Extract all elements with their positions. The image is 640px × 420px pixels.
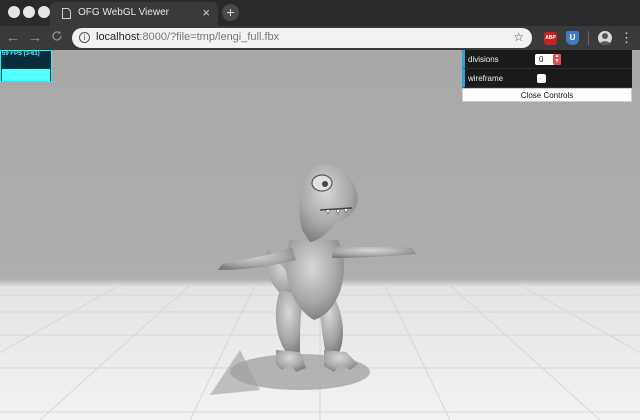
- control-row-wireframe: wireframe: [462, 69, 632, 88]
- control-row-divisions: divisions 0 ▲ ▼: [462, 50, 632, 69]
- profile-avatar[interactable]: [598, 31, 612, 45]
- browser-window: OFG WebGL Viewer × + ← → i localhost:800…: [0, 0, 640, 420]
- url-text: localhost:8000/?file=tmp/lengi_full.fbx: [96, 31, 280, 43]
- page-icon: [62, 8, 71, 19]
- webgl-canvas[interactable]: 59 FPS (3-61) divisions 0 ▲ ▼ wireframe C…: [0, 50, 640, 420]
- fps-stats-panel[interactable]: 59 FPS (3-61): [0, 50, 52, 82]
- dinosaur-model: [210, 164, 416, 395]
- info-icon[interactable]: i: [79, 32, 90, 43]
- back-button[interactable]: ←: [4, 29, 22, 47]
- adblock-extension-icon[interactable]: ABP: [544, 32, 557, 45]
- wireframe-label: wireframe: [468, 74, 504, 83]
- controls-panel: divisions 0 ▲ ▼ wireframe Close Controls: [462, 50, 632, 102]
- bookmark-star-icon[interactable]: ☆: [513, 30, 524, 44]
- browser-toolbar: ← → i localhost:8000/?file=tmp/lengi_ful…: [0, 26, 640, 50]
- shield-extension-icon[interactable]: U: [566, 31, 579, 45]
- menu-icon[interactable]: ⋮: [620, 29, 633, 47]
- minimize-window-button[interactable]: [23, 6, 35, 18]
- close-controls-button[interactable]: Close Controls: [462, 88, 632, 102]
- user-icon: [599, 33, 611, 45]
- tab-strip: OFG WebGL Viewer × +: [0, 0, 640, 26]
- reload-icon: [52, 31, 62, 41]
- forward-button[interactable]: →: [26, 29, 44, 47]
- fps-graph: [2, 69, 50, 81]
- zoom-window-button[interactable]: [38, 6, 50, 18]
- tab-active[interactable]: OFG WebGL Viewer ×: [50, 2, 218, 26]
- reload-button[interactable]: [48, 29, 66, 47]
- fps-readout: 59 FPS (3-61): [2, 51, 40, 57]
- address-bar[interactable]: i localhost:8000/?file=tmp/lengi_full.fb…: [72, 28, 532, 48]
- wireframe-checkbox[interactable]: [537, 74, 546, 83]
- tab-title: OFG WebGL Viewer: [78, 7, 169, 18]
- new-tab-button[interactable]: +: [222, 4, 239, 21]
- divisions-label: divisions: [468, 55, 499, 64]
- toolbar-divider: [588, 31, 589, 45]
- tab-close-icon[interactable]: ×: [202, 5, 210, 20]
- divisions-stepper[interactable]: ▲ ▼: [553, 54, 561, 65]
- close-window-button[interactable]: [8, 6, 20, 18]
